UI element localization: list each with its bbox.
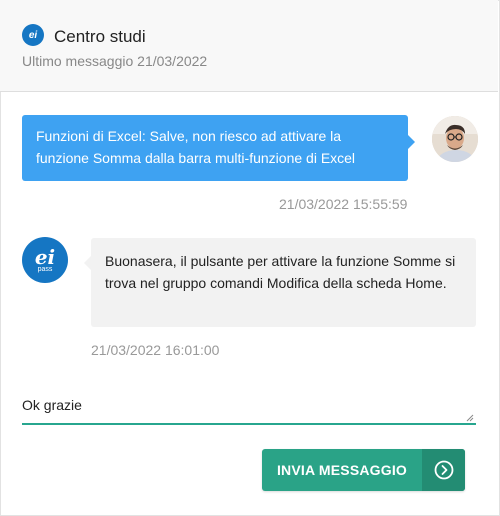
avatar-logo-main: ei bbox=[34, 244, 56, 269]
reply-input[interactable]: Ok grazie bbox=[22, 389, 476, 425]
outgoing-message-timestamp: 21/03/2022 15:55:59 bbox=[279, 196, 408, 212]
incoming-message-bubble: Buonasera, il pulsante per attivare la f… bbox=[84, 238, 476, 327]
logo-text: ei bbox=[28, 29, 38, 41]
chevron-right-circle-icon bbox=[434, 460, 453, 480]
send-button-label: INVIA MESSAGGIO bbox=[276, 462, 408, 478]
outgoing-message-bubble: Funzioni di Excel: Salve, non riesco ad … bbox=[22, 115, 415, 181]
chat-title: Centro studi bbox=[54, 27, 146, 46]
user-avatar-icon bbox=[432, 116, 478, 162]
outgoing-message-text: Funzioni di Excel: Salve, non riesco ad … bbox=[36, 128, 356, 166]
send-message-button[interactable]: INVIA MESSAGGIO bbox=[262, 449, 465, 491]
centro-studi-avatar: ei pass bbox=[22, 237, 68, 283]
avatar-logo-sub: pass bbox=[37, 265, 53, 273]
eipass-logo-icon: ei bbox=[22, 24, 44, 46]
chat-header: ei Centro studi Ultimo messaggio 21/03/2… bbox=[0, 0, 498, 92]
incoming-message-timestamp: 21/03/2022 16:01:00 bbox=[91, 342, 220, 358]
last-message-date: Ultimo messaggio 21/03/2022 bbox=[22, 53, 208, 69]
user-avatar bbox=[432, 116, 478, 162]
incoming-message-text: Buonasera, il pulsante per attivare la f… bbox=[105, 253, 456, 291]
resize-handle-icon[interactable] bbox=[466, 414, 474, 422]
send-icon-area bbox=[422, 449, 465, 491]
